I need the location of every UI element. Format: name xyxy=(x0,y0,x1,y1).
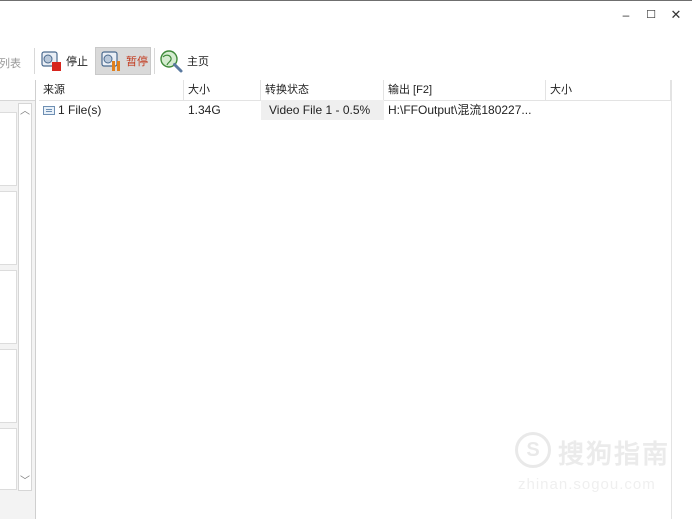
column-header-output-size[interactable]: 大小 xyxy=(546,80,671,100)
scroll-up-icon[interactable]: ︿ xyxy=(19,105,31,119)
home-button[interactable]: 主页 xyxy=(158,47,209,75)
size-cell: 1.34G xyxy=(188,103,221,117)
table-header: 来源 大小 转换状态 输出 [F2] 大小 xyxy=(39,80,671,101)
stop-icon xyxy=(39,49,63,73)
scroll-down-icon[interactable]: ﹀ xyxy=(19,475,31,489)
left-panel: ︿ ﹀ xyxy=(0,80,36,519)
stop-button[interactable]: 停止 xyxy=(39,47,88,75)
left-panel-card[interactable] xyxy=(0,349,17,423)
pause-icon xyxy=(99,49,123,73)
title-bar: – ☐ ✕ xyxy=(0,1,692,31)
stop-label: 停止 xyxy=(66,56,88,68)
column-header-source[interactable]: 来源 xyxy=(39,80,184,100)
home-label: 主页 xyxy=(187,56,209,68)
left-panel-header xyxy=(0,80,35,101)
left-panel-card[interactable] xyxy=(0,191,17,265)
minimize-button[interactable]: – xyxy=(614,5,638,25)
file-list-icon xyxy=(43,105,55,115)
toolbar-separator xyxy=(154,48,155,74)
left-panel-card[interactable] xyxy=(0,428,17,490)
pause-button[interactable]: 暂停 xyxy=(95,47,151,75)
watermark-url: zhinan.sogou.com xyxy=(518,476,656,493)
close-button[interactable]: ✕ xyxy=(664,5,688,25)
home-icon xyxy=(158,48,184,74)
column-header-status[interactable]: 转换状态 xyxy=(261,80,384,100)
maximize-button[interactable]: ☐ xyxy=(639,5,663,25)
source-text: 1 File(s) xyxy=(58,103,102,117)
column-header-size[interactable]: 大小 xyxy=(184,80,261,100)
output-cell: H:\FFOutput\混流180227... xyxy=(388,103,532,117)
toolbar: 全列表 停止 暂停 xyxy=(0,44,692,78)
table-row[interactable]: 1 File(s) 1.34G Video File 1 - 0.5% H:\F… xyxy=(39,100,671,120)
pause-label: 暂停 xyxy=(126,56,148,68)
watermark-title: 搜狗指南 xyxy=(558,439,671,469)
status-cell: Video File 1 - 0.5% xyxy=(261,100,384,120)
left-panel-card[interactable] xyxy=(0,270,17,344)
watermark-logo-icon: S xyxy=(515,432,551,468)
column-header-output[interactable]: 输出 [F2] xyxy=(384,80,546,100)
clear-list-button-clipped[interactable]: 全列表 xyxy=(0,55,21,71)
toolbar-separator xyxy=(34,48,35,74)
watermark: S 搜狗指南 zhinan.sogou.com xyxy=(512,430,682,500)
vertical-scrollbar[interactable]: ︿ ﹀ xyxy=(18,103,32,491)
left-panel-card[interactable] xyxy=(0,112,17,186)
source-cell: 1 File(s) xyxy=(43,100,183,120)
